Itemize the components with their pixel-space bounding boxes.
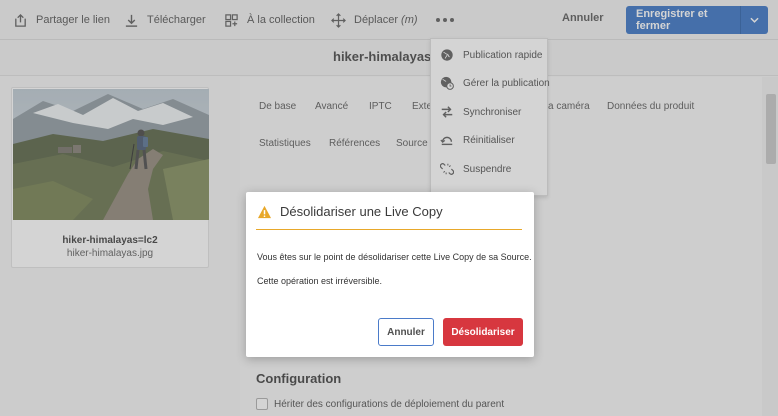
dialog-warning-text: Cette opération est irréversible. [257, 276, 383, 286]
detach-confirm-button[interactable]: Désolidariser [443, 318, 523, 346]
dialog-title: Désolidariser une Live Copy [280, 204, 443, 219]
dialog-message: Vous êtes sur le point de désolidariser … [257, 252, 532, 262]
warning-icon [257, 205, 272, 219]
dialog-cancel-button[interactable]: Annuler [378, 318, 434, 346]
dialog-header: Désolidariser une Live Copy [256, 204, 522, 230]
detach-live-copy-dialog: Désolidariser une Live Copy Vous êtes su… [246, 192, 534, 357]
